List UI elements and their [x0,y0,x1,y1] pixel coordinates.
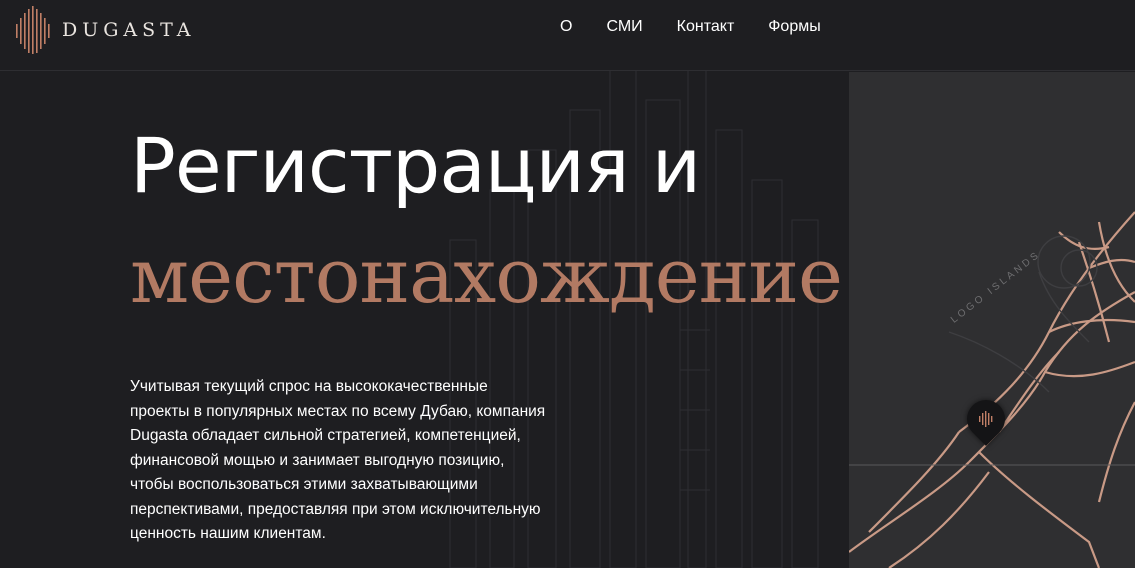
intro-paragraph: Учитывая текущий спрос на высококачестве… [130,378,546,542]
brand-name: DUGASTA [62,19,196,41]
nav-item-forms[interactable]: Формы [768,18,820,36]
map-roads [849,211,1135,568]
hero-title: Регистрация и [130,121,701,210]
brand-logo[interactable]: DUGASTA [14,6,196,54]
nav-item-about[interactable]: О [560,18,572,36]
main-nav: О СМИ Контакт Формы [560,18,855,36]
nav-item-contact[interactable]: Контакт [677,18,735,36]
nav-item-media[interactable]: СМИ [606,18,642,36]
site-header: DUGASTA О СМИ Контакт Формы [0,0,1135,71]
hero-subtitle-container: местонахождение [130,238,849,338]
location-map[interactable]: LOGO ISLANDS [849,72,1135,568]
logo-icon [16,6,50,54]
hero-subtitle: местонахождение [130,238,843,320]
